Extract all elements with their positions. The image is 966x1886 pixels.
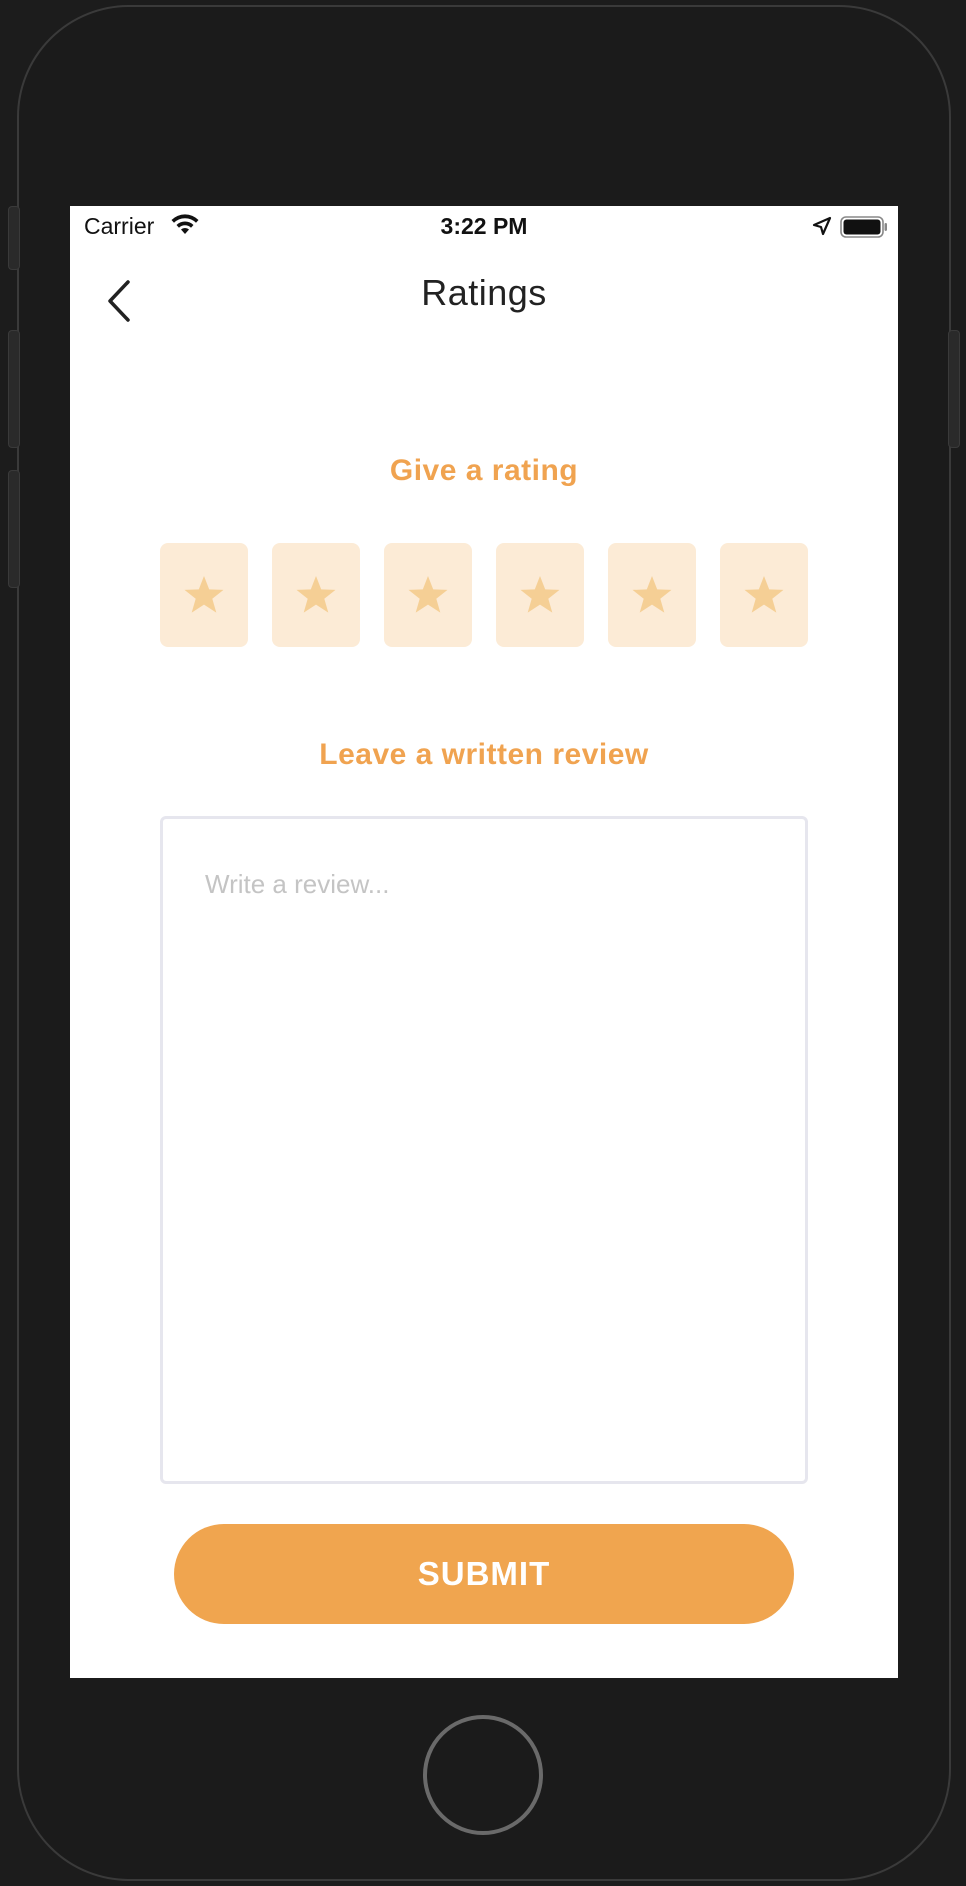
battery-icon [840, 216, 887, 238]
app-screen: Carrier 3:22 PM Ratings Give a rating Le… [70, 206, 898, 1678]
star-button-4[interactable] [496, 543, 584, 647]
star-icon [296, 576, 336, 613]
star-rating-row [160, 543, 808, 647]
review-heading: Leave a written review [319, 738, 649, 771]
star-button-3[interactable] [384, 543, 472, 647]
volume-down-button [8, 470, 20, 588]
review-field-container [160, 816, 808, 1484]
star-button-1[interactable] [160, 543, 248, 647]
status-time: 3:22 PM [440, 213, 528, 239]
submit-button[interactable]: SUBMIT [174, 1524, 794, 1624]
power-button [948, 330, 960, 448]
mute-switch [8, 206, 20, 270]
review-textarea[interactable] [163, 819, 805, 1481]
star-icon [184, 576, 224, 613]
volume-up-button [8, 330, 20, 448]
star-icon [632, 576, 672, 613]
star-button-2[interactable] [272, 543, 360, 647]
star-icon [744, 576, 784, 613]
location-arrow-icon [812, 216, 832, 236]
star-button-5[interactable] [608, 543, 696, 647]
page-title: Ratings [421, 272, 547, 313]
star-icon [520, 576, 560, 613]
home-button[interactable] [423, 1715, 543, 1835]
navigation-bar: Ratings [70, 246, 898, 346]
star-button-6[interactable] [720, 543, 808, 647]
star-icon [408, 576, 448, 613]
status-bar: Carrier 3:22 PM [70, 206, 898, 246]
rating-heading: Give a rating [389, 454, 579, 487]
